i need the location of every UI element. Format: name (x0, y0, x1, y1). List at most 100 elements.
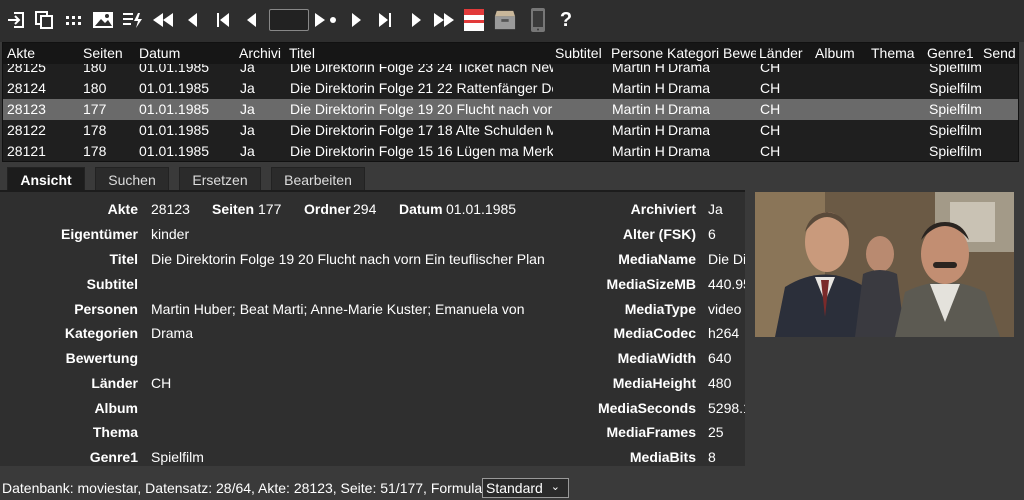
phone-icon[interactable] (527, 8, 549, 32)
cell-personen: Martin H (612, 143, 664, 159)
field-mediaframes[interactable]: 25 (708, 424, 745, 440)
cell-datum: 01.01.1985 (139, 80, 210, 96)
table-row[interactable]: 28124 180 01.01.1985 Ja Die Direktorin F… (3, 78, 1018, 99)
cell-personen: Martin H (612, 80, 664, 96)
field-mediaseconds[interactable]: 5298.1 (708, 400, 745, 416)
field-mediacodec[interactable]: h264 (708, 325, 745, 341)
column-header-subtitel[interactable]: Subtitel (555, 45, 607, 61)
field-genre1[interactable]: Spielfilm (151, 449, 591, 465)
cell-genre: Spielfilm (929, 101, 982, 117)
cell-seiten: 178 (83, 122, 107, 138)
column-header-laender[interactable]: Länder (759, 45, 811, 61)
field-medianame[interactable]: Die Di (708, 251, 745, 267)
field-ordner[interactable]: 294 (353, 201, 376, 217)
table-row-selected[interactable]: 28123 177 01.01.1985 Ja Die Direktorin F… (3, 99, 1018, 120)
column-header-archiviert[interactable]: Archivi (239, 45, 285, 61)
login-icon[interactable] (5, 8, 27, 32)
cell-personen: Martin H (612, 122, 664, 138)
field-mediasizemb[interactable]: 440.95 (708, 276, 745, 292)
field-mediabits[interactable]: 8 (708, 449, 745, 465)
drawer-icon[interactable] (494, 8, 516, 32)
tab-ansicht[interactable]: Ansicht (7, 167, 85, 192)
field-personen[interactable]: Martin Huber; Beat Marti; Anne-Marie Kus… (151, 301, 591, 317)
help-icon[interactable]: ? (555, 8, 577, 32)
field-seiten[interactable]: 177 (258, 201, 281, 217)
label-mediacodec: MediaCodec (613, 325, 696, 341)
copy-icon[interactable] (33, 8, 55, 32)
label-akte: Akte (107, 201, 138, 217)
label-ordner: Ordner (304, 201, 351, 217)
label-mediaheight: MediaHeight (612, 375, 696, 391)
fast-forward-icon[interactable] (433, 8, 455, 32)
field-mediatype[interactable]: video (708, 301, 745, 317)
label-eigentuemer: Eigentümer (60, 226, 138, 242)
play-icon[interactable] (345, 8, 367, 32)
cell-laender: CH (760, 122, 781, 138)
label-album: Album (94, 400, 138, 416)
table-row[interactable]: 28122 178 01.01.1985 Ja Die Direktorin F… (3, 120, 1018, 141)
label-datum: Datum (399, 201, 443, 217)
last-page-icon[interactable] (374, 8, 396, 32)
cell-kategorie: Drama (668, 122, 711, 138)
cell-titel: Die Direktorin Folge 17 18 Alte Schulden… (290, 122, 553, 138)
cell-archiviert: Ja (240, 122, 255, 138)
calendar-icon[interactable] (463, 8, 485, 32)
column-header-sender[interactable]: Send (983, 45, 1018, 61)
rewind-icon[interactable] (152, 8, 174, 32)
previous-icon[interactable] (181, 8, 203, 32)
column-header-datum[interactable]: Datum (139, 45, 235, 61)
label-mediawidth: MediaWidth (617, 350, 696, 366)
step-back-icon[interactable] (240, 8, 262, 32)
table-row[interactable]: 28121 178 01.01.1985 Ja Die Direktorin F… (3, 141, 1018, 161)
label-mediasizemb: MediaSizeMB (606, 276, 696, 292)
table-header-overlay: Akte Seiten Datum Archivi Titel Subtitel… (3, 43, 1018, 64)
cell-archiviert: Ja (240, 101, 255, 117)
tab-bearbeiten[interactable]: Bearbeiten (271, 167, 365, 192)
grid-dots-icon[interactable] (63, 8, 85, 32)
column-header-personen[interactable]: Persone (611, 45, 664, 61)
cell-titel: Die Direktorin Folge 19 20 Flucht nach v… (290, 101, 553, 117)
field-alter-fsk[interactable]: 6 (708, 226, 745, 242)
next-icon[interactable] (405, 8, 427, 32)
form-layout-select[interactable]: Standard ⌄ (482, 478, 569, 498)
field-mediawidth[interactable]: 640 (708, 350, 745, 366)
column-header-album[interactable]: Album (815, 45, 867, 61)
play-dot-icon[interactable] (313, 8, 339, 32)
field-datum[interactable]: 01.01.1985 (446, 201, 516, 217)
column-header-seiten[interactable]: Seiten (83, 45, 133, 61)
video-thumbnail[interactable] (755, 192, 1014, 337)
record-number-input[interactable] (269, 9, 309, 31)
cell-akte: 28124 (7, 80, 46, 96)
cell-titel: Die Direktorin Folge 21 22 Rattenfänger … (290, 80, 553, 96)
field-titel[interactable]: Die Direktorin Folge 19 20 Flucht nach v… (151, 251, 591, 267)
column-header-akte[interactable]: Akte (7, 45, 77, 61)
field-kategorien[interactable]: Drama (151, 325, 591, 341)
field-akte[interactable]: 28123 (151, 201, 190, 217)
cell-titel: Die Direktorin Folge 15 16 Lügen ma Merk (290, 143, 553, 159)
tab-ersetzen[interactable]: Ersetzen (179, 167, 261, 192)
image-icon[interactable] (92, 8, 114, 32)
status-bar: Datenbank: moviestar, Datensatz: 28/64, … (0, 476, 1024, 500)
first-page-icon[interactable] (212, 8, 234, 32)
column-header-thema[interactable]: Thema (871, 45, 923, 61)
field-eigentuemer[interactable]: kinder (151, 226, 591, 242)
field-archiviert[interactable]: Ja (708, 201, 745, 217)
column-header-bewertung[interactable]: Bewe (723, 45, 756, 61)
list-lightning-icon[interactable] (122, 8, 144, 32)
column-header-titel[interactable]: Titel (289, 45, 549, 61)
cell-datum: 01.01.1985 (139, 122, 210, 138)
label-genre1: Genre1 (89, 449, 138, 465)
label-personen: Personen (74, 301, 138, 317)
label-mediaseconds: MediaSeconds (597, 400, 696, 416)
field-mediaheight[interactable]: 480 (708, 375, 745, 391)
cell-datum: 01.01.1985 (139, 143, 210, 159)
cell-kategorie: Drama (668, 101, 711, 117)
cell-genre: Spielfilm (929, 80, 982, 96)
cell-genre: Spielfilm (929, 122, 982, 138)
tab-suchen[interactable]: Suchen (95, 167, 169, 192)
column-header-genre1[interactable]: Genre1 (927, 45, 979, 61)
label-bewertung: Bewertung (65, 350, 138, 366)
field-laender[interactable]: CH (151, 375, 591, 391)
form-layout-select-value: Standard (486, 480, 543, 496)
column-header-kategorien[interactable]: Kategori (667, 45, 720, 61)
